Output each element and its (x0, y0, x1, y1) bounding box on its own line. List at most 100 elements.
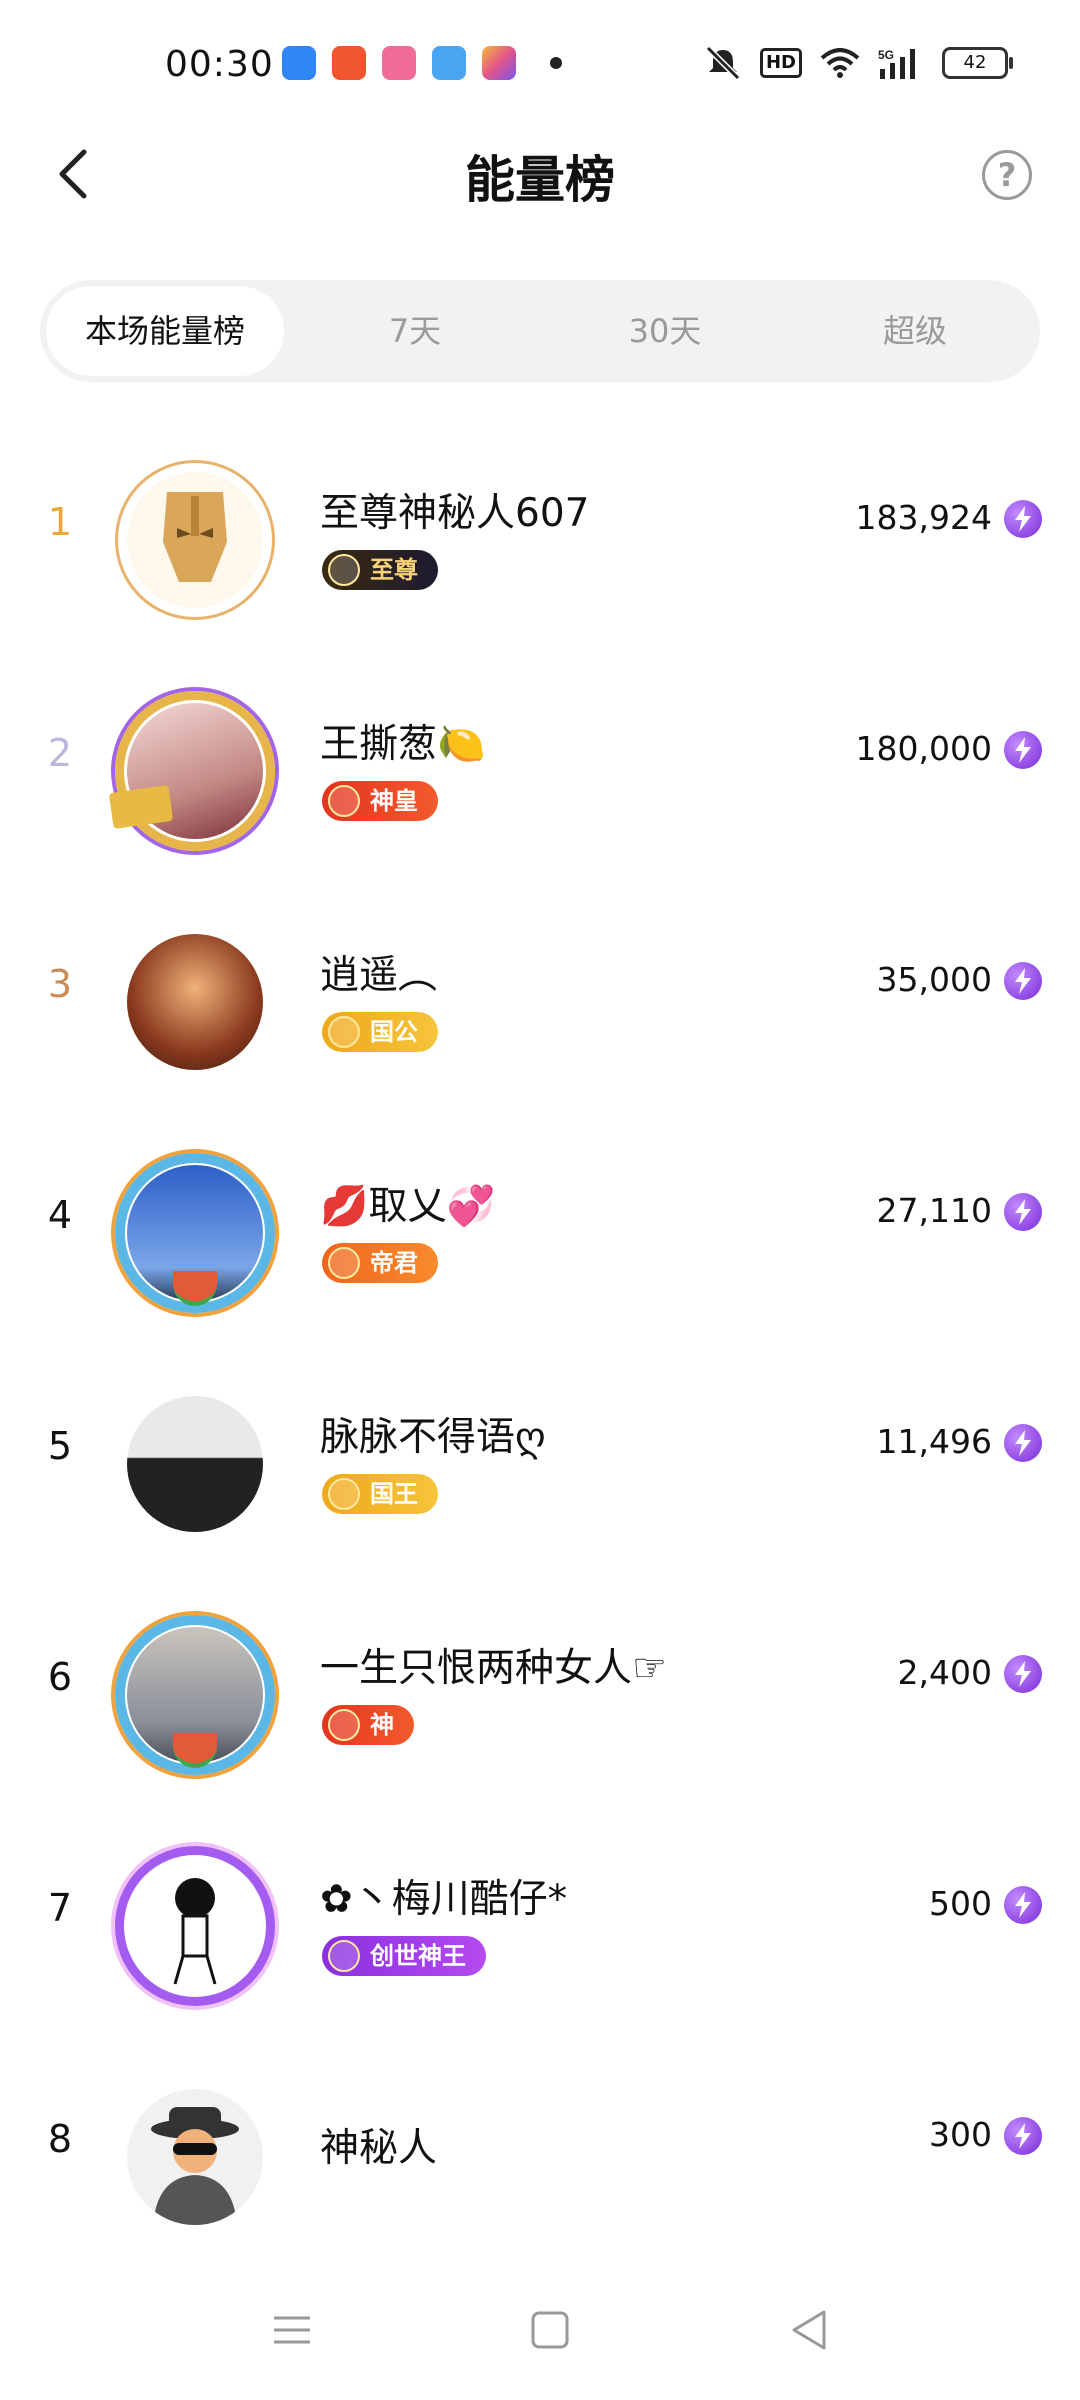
mystery-man-avatar-icon (127, 2089, 263, 2225)
lightning-icon (1004, 1655, 1042, 1693)
menu-icon[interactable] (262, 2300, 322, 2360)
back-triangle-icon[interactable] (780, 2300, 840, 2360)
hexagon-badge-icon (328, 785, 360, 817)
system-navigation-bar (0, 2270, 1080, 2400)
status-time: 00:30 (165, 44, 274, 85)
user-name: 王撕葱🍋 (320, 722, 486, 767)
lightning-icon (1004, 962, 1042, 1000)
energy-score: 183,924 (855, 498, 992, 537)
lightning-icon (1004, 731, 1042, 769)
hd-icon: HD (759, 48, 802, 78)
rank-number: 4 (47, 1193, 73, 1237)
badge-label: 帝君 (370, 1249, 418, 1277)
avatar[interactable] (115, 1615, 275, 1775)
level-badge: 至尊 (322, 550, 438, 590)
user-name: 一生只恨两种女人☞ (320, 1646, 667, 1691)
lightning-icon (1004, 1424, 1042, 1462)
ranking-row[interactable]: 5 脉脉不得语ღ 国王 11,496 (0, 1344, 1080, 1575)
energy-score: 27,110 (876, 1191, 992, 1230)
ranking-row[interactable]: 1 至尊神秘人607 至尊 183,924 (0, 420, 1080, 651)
lightning-icon (1004, 500, 1042, 538)
tab-current-session[interactable]: 本场能量榜 (46, 286, 284, 376)
rank-number: 8 (47, 2117, 73, 2161)
crown-badge-icon (328, 554, 360, 586)
paint-app-icon (482, 46, 516, 80)
ranking-row[interactable]: 6 一生只恨两种女人☞ 神 2,400 (0, 1575, 1080, 1806)
user-name: 至尊神秘人607 (320, 491, 590, 536)
diamond-badge-icon (328, 1478, 360, 1510)
user-photo (127, 1396, 263, 1532)
wifi-icon (820, 48, 860, 78)
bilibili-app-icon (382, 46, 416, 80)
page-title: 能量榜 (465, 151, 615, 209)
rank-number: 1 (47, 500, 73, 544)
rank-number: 7 (47, 1886, 73, 1930)
tab-30-days[interactable]: 30天 (546, 286, 784, 376)
badge-label: 国王 (370, 1480, 418, 1508)
energy-score: 300 (929, 2115, 992, 2154)
energy-score: 35,000 (876, 960, 992, 999)
ranking-row[interactable]: 8 神秘人 300 (0, 2037, 1080, 2268)
avatar[interactable] (115, 922, 275, 1082)
notification-icons (282, 46, 562, 80)
energy-score: 2,400 (897, 1653, 992, 1692)
level-badge: 国公 (322, 1012, 438, 1052)
rank-number: 6 (47, 1655, 73, 1699)
rank-number: 2 (47, 731, 73, 775)
user-name: ✿丶梅川酷仔* (320, 1877, 568, 1922)
level-badge: 神皇 (322, 781, 438, 821)
avatar[interactable] (115, 2077, 275, 2237)
chevron-badge-icon (328, 1709, 360, 1741)
lightning-icon (1004, 1193, 1042, 1231)
badge-label: 创世神王 (370, 1942, 466, 1970)
home-square-icon[interactable] (520, 2300, 580, 2360)
badge-label: 至尊 (370, 556, 418, 584)
user-name: 逍遥︵ (320, 953, 438, 998)
ranking-row[interactable]: 2 王撕葱🍋 神皇 180,000 (0, 651, 1080, 882)
status-bar: 00:30 HD 5G 42 (0, 0, 1080, 130)
app-notification-icon (282, 46, 316, 80)
ranking-row[interactable]: 3 逍遥︵ 国公 35,000 (0, 882, 1080, 1113)
avatar[interactable] (108, 691, 275, 851)
video-app-icon (332, 46, 366, 80)
avatar[interactable] (115, 1153, 275, 1313)
level-badge: 国王 (322, 1474, 438, 1514)
chevron-badge-icon (328, 1247, 360, 1279)
rank-number: 5 (47, 1424, 73, 1468)
user-name: 💋取乂💞 (320, 1184, 496, 1229)
ranking-row[interactable]: 7 ✿丶梅川酷仔* 创世神王 500 (0, 1806, 1080, 2037)
battery-icon: 42 (942, 47, 1013, 79)
energy-score: 180,000 (855, 729, 992, 768)
tab-super[interactable]: 超级 (796, 286, 1034, 376)
lightning-icon (1004, 2117, 1042, 2155)
period-tabs: 本场能量榜 7天 30天 超级 (40, 280, 1040, 382)
avatar[interactable] (115, 460, 275, 620)
badge-label: 神 (370, 1711, 394, 1739)
tab-7-days[interactable]: 7天 (296, 286, 534, 376)
ranking-row[interactable]: 4 💋取乂💞 帝君 27,110 (0, 1113, 1080, 1344)
lightning-icon (1004, 1886, 1042, 1924)
golden-mask-avatar-icon (127, 472, 263, 608)
rank-number: 3 (47, 962, 73, 1006)
signal-5g-icon: 5G (878, 48, 915, 79)
cartoon-avatar-icon (127, 1858, 263, 1994)
help-question-icon[interactable]: ? (982, 150, 1032, 200)
energy-score: 11,496 (876, 1422, 992, 1461)
chevron-badge-icon (328, 1940, 360, 1972)
badge-label: 神皇 (370, 787, 418, 815)
system-icons: HD 5G 42 (704, 46, 1013, 80)
user-name: 脉脉不得语ღ (320, 1415, 546, 1460)
user-photo (127, 934, 263, 1070)
energy-score: 500 (929, 1884, 992, 1923)
level-badge: 神 (322, 1705, 414, 1745)
avatar[interactable] (115, 1384, 275, 1544)
user-name: 神秘人 (320, 2126, 438, 2171)
level-badge: 帝君 (322, 1243, 438, 1283)
svg-text:5G: 5G (878, 48, 894, 62)
avatar[interactable] (115, 1846, 275, 2006)
mute-bell-icon (705, 46, 741, 80)
diamond-badge-icon (328, 1016, 360, 1048)
ranking-list: 1 至尊神秘人607 至尊 183,924 2 王撕葱🍋 神皇 180,000 … (0, 420, 1080, 2268)
more-notifications-dot-icon (550, 57, 562, 69)
badge-label: 国公 (370, 1018, 418, 1046)
